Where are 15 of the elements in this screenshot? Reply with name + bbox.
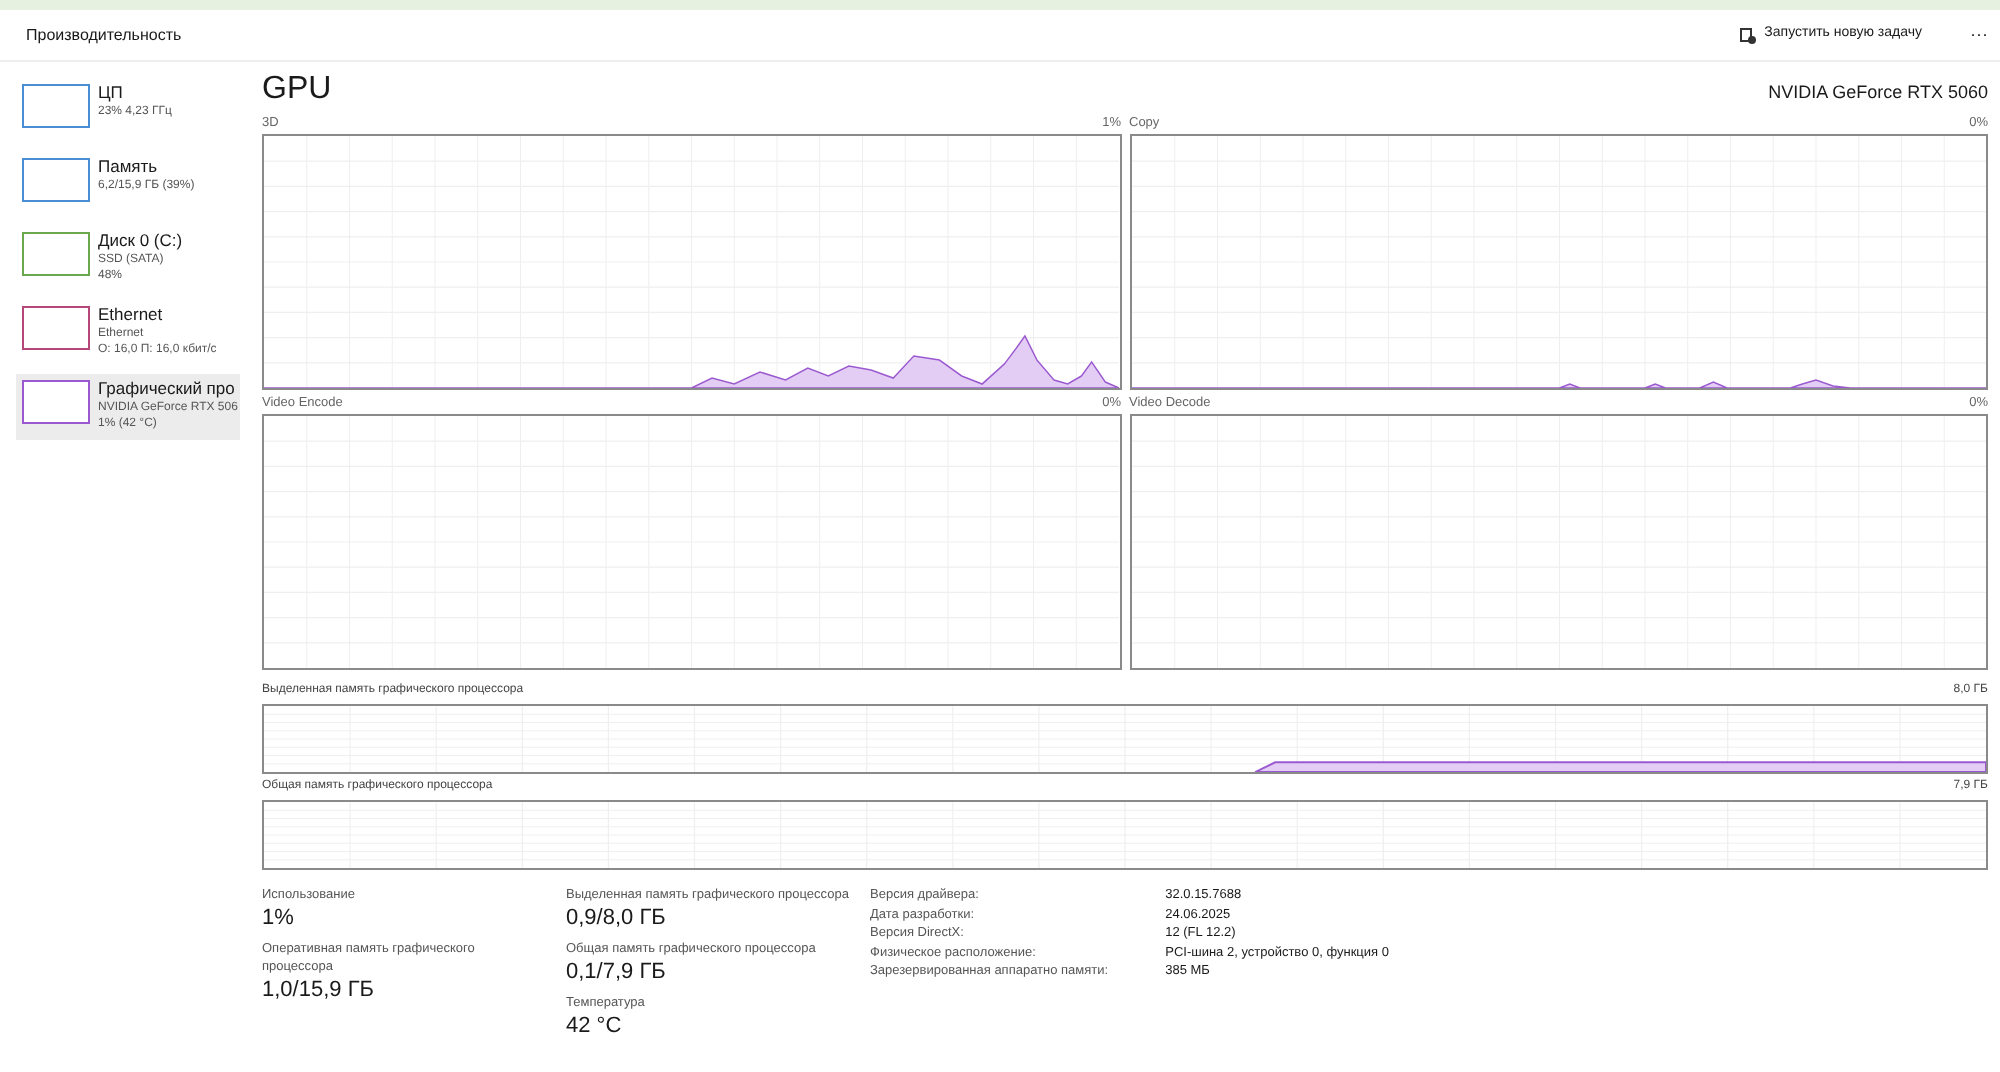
item-title: ЦП — [98, 82, 125, 104]
stat-value: 1,0/15,9 ГБ — [262, 976, 376, 1006]
stat-value: 0,1/7,9 ГБ — [566, 958, 668, 988]
new-task-icon — [1740, 27, 1757, 43]
page-title: Производительность — [26, 23, 182, 47]
item-title: Графический про — [98, 378, 237, 400]
item-title: Ethernet — [98, 304, 165, 326]
stat-value: 0,9/8,0 ГБ — [566, 904, 668, 934]
item-title: Диск 0 (C:) — [98, 230, 183, 252]
stat-value: 42 °C — [566, 1012, 624, 1042]
more-button[interactable]: ··· — [1966, 21, 1992, 49]
gpu-title: GPU — [262, 70, 332, 110]
item-title: Память — [98, 156, 160, 178]
stat-value: 1% — [262, 904, 296, 934]
device-name: NVIDIA GeForce RTX 5060 — [1768, 79, 1988, 105]
